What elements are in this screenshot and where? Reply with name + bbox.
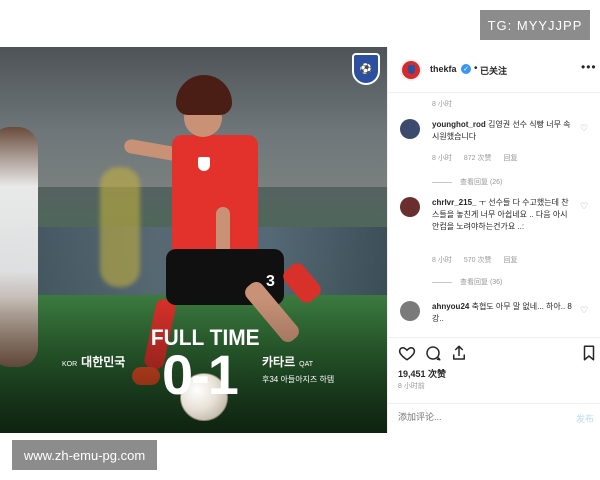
shorts-number: 3: [266, 273, 275, 290]
comments-list[interactable]: 8 小时 younghot_rod 김영권 선수 식빵 너무 속시원했습니다 ♡…: [388, 93, 600, 337]
reply-button[interactable]: 回复: [503, 153, 517, 163]
header-separator: •: [474, 63, 478, 74]
divider: [432, 281, 452, 283]
heart-icon[interactable]: ♡: [580, 201, 588, 212]
instagram-post-screenshot: TG: MYYJJPP 3 ⚽ FULL TIME KOR 대한민국 0-1 카…: [0, 0, 600, 480]
share-icon[interactable]: [450, 344, 468, 362]
post-comment-button[interactable]: 发布: [576, 412, 594, 425]
likes-count[interactable]: 19,451 次赞: [398, 367, 446, 380]
view-replies-label[interactable]: 查看回复 (26): [460, 177, 502, 187]
kfa-crest-icon: ⚽: [352, 53, 380, 85]
reply-button[interactable]: 回复: [503, 255, 517, 265]
comment-meta: 8 小时 872 次赞 回复: [432, 153, 517, 163]
post-side-panel: thekfa ✓ • 已关注 ••• 8 小时 younghot_rod 김영권…: [387, 47, 600, 433]
comment-input[interactable]: [398, 412, 558, 422]
avatar[interactable]: [400, 59, 422, 81]
home-team-code: KOR: [62, 361, 78, 368]
comment-icon[interactable]: [424, 344, 442, 362]
site-watermark: www.zh-emu-pg.com: [12, 440, 157, 470]
comment-text: ahnyou24 축협도 아무 말 없네... 하아.. 8강..: [432, 301, 572, 325]
more-options-icon[interactable]: •••: [581, 60, 597, 74]
view-replies-button[interactable]: 查看回复 (36): [432, 277, 502, 287]
home-team-name: 대한민국: [81, 355, 126, 369]
away-team-name: 카타르: [262, 355, 296, 369]
post-username[interactable]: thekfa: [430, 64, 457, 74]
comment-likes[interactable]: 570 次赞: [464, 255, 492, 265]
divider: [432, 181, 452, 183]
home-team: KOR 대한민국: [62, 353, 125, 370]
comment-username[interactable]: younghot_rod: [432, 120, 486, 129]
avatar[interactable]: [400, 119, 420, 139]
tg-watermark: TG: MYYJJPP: [480, 10, 590, 40]
comment-meta: 8 小时 570 次赞 回复: [432, 255, 517, 265]
comment-time: 8 小时: [432, 155, 452, 162]
comment-text: chrlvr_215_ ㅜ 선수들 다 수고했는데 찬스들을 놓친게 너무 아쉽…: [432, 197, 572, 233]
away-team: 카타르 QAT: [262, 353, 313, 370]
comment-username[interactable]: chrlvr_215_: [432, 198, 476, 207]
heart-icon[interactable]: ♡: [580, 123, 588, 134]
post-header: thekfa ✓ • 已关注 •••: [388, 47, 600, 93]
player-jersey: [172, 135, 258, 255]
background-player: [100, 167, 140, 287]
action-bar: [388, 337, 600, 367]
heart-icon[interactable]: ♡: [580, 305, 588, 316]
verified-badge-icon: ✓: [461, 64, 471, 74]
follow-status-button[interactable]: 已关注: [480, 64, 507, 77]
comment-likes[interactable]: 872 次赞: [464, 153, 492, 163]
heart-icon[interactable]: [398, 344, 416, 362]
add-comment-bar: 发布: [388, 403, 600, 433]
kfa-badge-icon: [198, 157, 210, 171]
view-replies-label[interactable]: 查看回复 (36): [460, 277, 502, 287]
post-photo[interactable]: 3 ⚽ FULL TIME KOR 대한민국 0-1 카타르 QAT 후34 아…: [0, 47, 387, 433]
away-team-code: QAT: [299, 361, 313, 368]
post-timestamp: 8 小时前: [398, 383, 425, 390]
comment-time: 8 小时: [432, 257, 452, 264]
avatar[interactable]: [400, 301, 420, 321]
final-score: 0-1: [162, 343, 239, 406]
comment-text: younghot_rod 김영권 선수 식빵 너무 속시원했습니다: [432, 119, 572, 143]
avatar[interactable]: [400, 197, 420, 217]
goal-note: 후34 아들아지즈 하템: [262, 375, 335, 384]
comment-username[interactable]: ahnyou24: [432, 302, 469, 311]
view-replies-button[interactable]: 查看回复 (26): [432, 177, 502, 187]
caption-time: 8 小时: [432, 101, 452, 108]
bookmark-icon[interactable]: [580, 344, 598, 362]
